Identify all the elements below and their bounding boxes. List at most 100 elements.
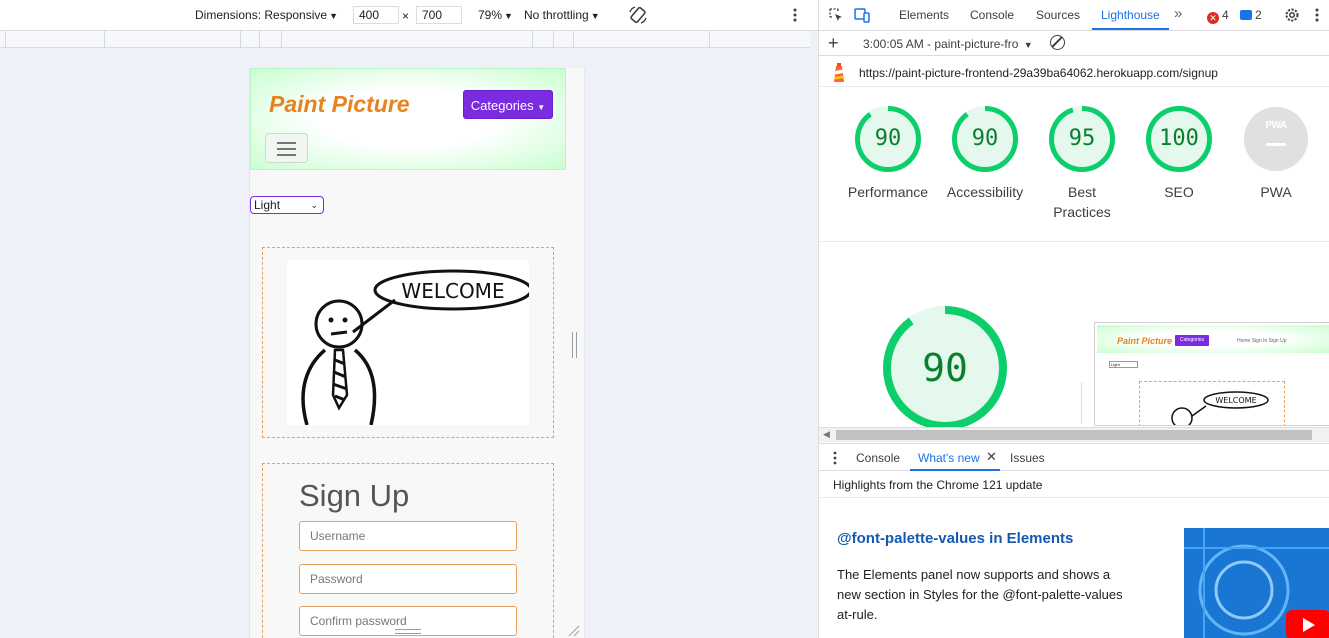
- dimensions-label: Dimensions: Responsive: [195, 8, 328, 22]
- drawer-tabbar: Console What's new ✕ Issues: [819, 443, 1329, 471]
- category-scores: 90 Performance 90 Accessibility 95 Best …: [819, 90, 1329, 242]
- score-value: 90: [971, 126, 999, 151]
- score-value: 100: [1159, 126, 1199, 151]
- chevron-down-icon: ⌄: [310, 200, 318, 210]
- audited-url-bar: https://paint-picture-frontend-29a39ba64…: [819, 57, 1329, 87]
- more-options-icon[interactable]: [790, 7, 800, 23]
- right-resize-handle[interactable]: [572, 332, 578, 358]
- ruler-tick: [5, 31, 6, 48]
- tab-console[interactable]: Console: [970, 8, 1014, 22]
- device-emulation-pane: Dimensions: Responsive ▼ 400 × 700 79% ▼ N…: [0, 0, 818, 638]
- tab-elements[interactable]: Elements: [899, 8, 949, 22]
- score-best-practices[interactable]: 95 Best Practices: [1034, 106, 1130, 222]
- bottom-resize-handle[interactable]: [395, 629, 421, 635]
- drawer-more-options-icon[interactable]: [833, 451, 837, 465]
- messages-badge[interactable]: 2: [1240, 8, 1262, 22]
- score-pwa[interactable]: PWA PWA: [1228, 106, 1324, 202]
- media-query-ruler[interactable]: [0, 31, 810, 48]
- scroll-left-icon[interactable]: ◀: [823, 429, 830, 440]
- thumbnail-categories: Categories: [1175, 335, 1209, 346]
- zoom-label: 79%: [478, 8, 503, 22]
- lighthouse-toolbar: + 3:00:05 AM - paint-picture-fro ▼: [819, 31, 1329, 56]
- height-input[interactable]: 700: [416, 6, 462, 24]
- report-select-dropdown[interactable]: 3:00:05 AM - paint-picture-fro ▼: [863, 37, 1033, 51]
- ruler-tick: [553, 31, 554, 48]
- audited-url[interactable]: https://paint-picture-frontend-29a39ba64…: [859, 66, 1218, 80]
- pwa-badge-text: PWA: [1265, 120, 1287, 131]
- errors-count: 4: [1222, 8, 1229, 22]
- youtube-play-icon[interactable]: [1286, 610, 1329, 638]
- username-input[interactable]: Username: [299, 521, 517, 551]
- divider: [1081, 382, 1082, 424]
- dimensions-dropdown[interactable]: Dimensions: Responsive ▼: [195, 8, 338, 22]
- horizontal-scrollbar[interactable]: ◀: [819, 427, 1329, 442]
- page-screenshot-thumbnail[interactable]: Paint Picture Categories Home Sign In Si…: [1094, 322, 1329, 426]
- thumbnail-welcome-card: WELCOME: [1139, 381, 1285, 425]
- welcome-bubble-text: WELCOME: [401, 279, 504, 303]
- device-toolbar-toggle-icon[interactable]: [854, 7, 870, 23]
- ruler-tick: [573, 31, 574, 48]
- more-options-icon[interactable]: [1312, 7, 1322, 23]
- tab-sources[interactable]: Sources: [1036, 8, 1080, 22]
- thumbnail-welcome-text: WELCOME: [1215, 396, 1256, 405]
- throttling-label: No throttling: [524, 8, 589, 22]
- scrollbar-thumb[interactable]: [836, 430, 1312, 440]
- score-value: 95: [1068, 126, 1096, 151]
- welcome-card: WELCOME: [262, 247, 554, 438]
- theme-select[interactable]: Light ⌄: [250, 196, 324, 214]
- zoom-dropdown[interactable]: 79% ▼: [478, 8, 513, 22]
- score-gauge: 95: [1049, 106, 1115, 172]
- signup-form-card: Sign Up Username Password Confirm passwo…: [262, 463, 554, 638]
- emulated-viewport: Paint Picture Categories ▼ Light ⌄ WELCOM…: [249, 68, 585, 638]
- navbar-toggle-button[interactable]: [265, 133, 308, 163]
- width-input[interactable]: 400: [353, 6, 399, 24]
- active-tab-indicator: [1092, 28, 1169, 30]
- clear-reports-icon[interactable]: [1050, 35, 1065, 50]
- gear-icon[interactable]: [1283, 6, 1301, 24]
- close-icon[interactable]: ✕: [986, 449, 997, 465]
- drawer-tab-console[interactable]: Console: [856, 451, 900, 465]
- score-accessibility[interactable]: 90 Accessibility: [937, 106, 1033, 202]
- caret-down-icon: ▼: [537, 103, 546, 112]
- caret-down-icon: ▼: [590, 11, 600, 21]
- pwa-dash: [1266, 143, 1286, 146]
- password-input[interactable]: Password: [299, 564, 517, 594]
- score-label: Performance: [847, 184, 929, 200]
- error-icon: ✕: [1207, 12, 1219, 24]
- thumbnail-nav-links: Home Sign In Sign Up: [1237, 338, 1287, 344]
- device-toolbar: Dimensions: Responsive ▼ 400 × 700 79% ▼ N…: [0, 0, 818, 31]
- corner-resize-icon[interactable]: [568, 625, 580, 637]
- inspect-element-icon[interactable]: [828, 7, 844, 23]
- caret-down-icon: ▼: [329, 11, 338, 21]
- performance-big-gauge: 90: [883, 306, 1007, 430]
- score-gauge: 90: [855, 106, 921, 172]
- divider: [819, 497, 1329, 498]
- tab-lighthouse[interactable]: Lighthouse: [1101, 8, 1160, 22]
- rotate-icon[interactable]: [628, 5, 648, 25]
- performance-big-value: 90: [922, 346, 968, 390]
- score-gauge: 100: [1146, 106, 1212, 172]
- thumbnail-welcome-illustration: WELCOME: [1156, 388, 1270, 425]
- whats-new-video-thumbnail[interactable]: [1184, 528, 1329, 638]
- hamburger-icon: [277, 142, 296, 144]
- categories-label: Categories: [470, 98, 534, 113]
- score-seo[interactable]: 100 SEO: [1131, 106, 1227, 202]
- categories-dropdown-button[interactable]: Categories ▼: [463, 90, 553, 119]
- site-brand[interactable]: Paint Picture: [269, 91, 410, 118]
- drawer-tab-whats-new[interactable]: What's new: [918, 451, 980, 465]
- whats-new-item-title[interactable]: @font-palette-values in Elements: [837, 530, 1073, 547]
- caret-down-icon: ▼: [504, 11, 513, 21]
- errors-badge[interactable]: ✕ 4: [1207, 8, 1229, 24]
- welcome-illustration: WELCOME: [287, 260, 529, 425]
- drawer-tab-issues[interactable]: Issues: [1010, 451, 1045, 465]
- pwa-badge-icon: PWA: [1244, 107, 1308, 171]
- resize-grip-line: [395, 629, 421, 630]
- score-performance[interactable]: 90 Performance: [840, 106, 936, 202]
- new-report-plus-icon[interactable]: +: [828, 34, 839, 52]
- theme-selected-value: Light: [254, 198, 281, 212]
- throttling-dropdown[interactable]: No throttling ▼: [524, 8, 600, 22]
- more-tabs-chevron-icon[interactable]: »: [1174, 5, 1182, 22]
- whats-new-highlights: Highlights from the Chrome 121 update: [833, 478, 1043, 492]
- score-label: Best Practices: [1053, 184, 1111, 220]
- score-label: PWA: [1260, 184, 1292, 200]
